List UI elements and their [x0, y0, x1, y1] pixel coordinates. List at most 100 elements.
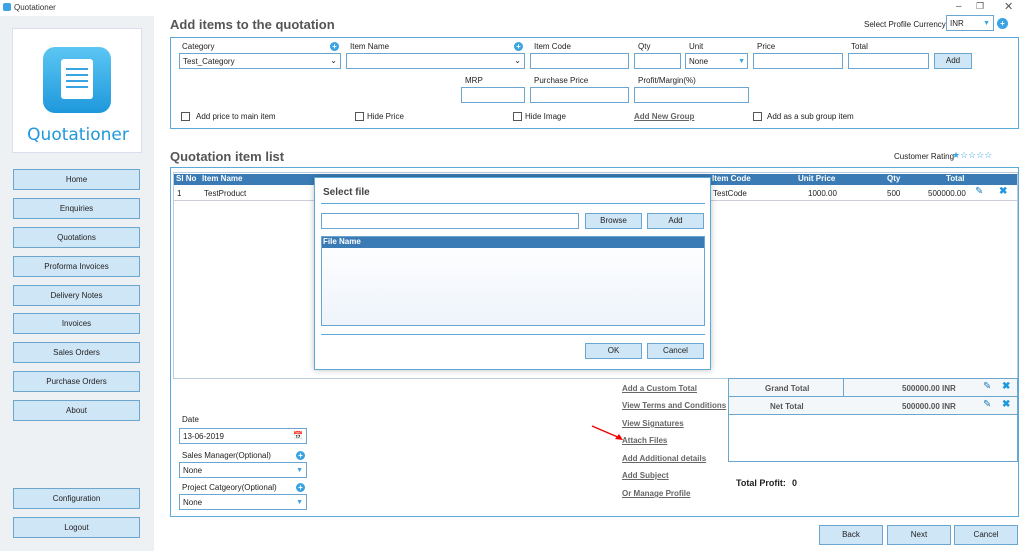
nav-delivery-notes[interactable]: Delivery Notes — [13, 285, 140, 306]
row-item-name: TestProduct — [204, 189, 247, 198]
grand-total-value: 500000.00 — [902, 384, 940, 393]
unit-label: Unit — [689, 42, 704, 51]
sub-group-checkbox[interactable] — [753, 112, 762, 121]
file-path-input[interactable] — [321, 213, 579, 229]
unit-select[interactable]: None ▼ — [685, 53, 748, 69]
category-label: Category — [182, 42, 215, 51]
add-sales-manager-icon[interactable]: + — [296, 451, 305, 460]
nav-home[interactable]: Home — [13, 169, 140, 190]
nav-proforma-invoices[interactable]: Proforma Invoices — [13, 256, 140, 277]
list-title: Quotation item list — [170, 149, 285, 164]
row-unit-price: 1000.00 — [808, 189, 837, 198]
nav-logout[interactable]: Logout — [13, 517, 140, 538]
add-custom-total-link[interactable]: Add a Custom Total — [622, 384, 697, 393]
chevron-down-icon: ▼ — [296, 499, 303, 506]
profit-margin-label: Profit/Margin(%) — [638, 76, 696, 85]
window-title: Quotationer — [14, 3, 56, 12]
category-value: Test_Category — [183, 57, 235, 66]
nav-purchase-orders[interactable]: Purchase Orders — [13, 371, 140, 392]
delete-icon[interactable]: ✖ — [999, 186, 1007, 197]
app-icon — [3, 3, 11, 11]
file-list[interactable]: File Name — [321, 236, 705, 326]
mrp-input[interactable] — [461, 87, 525, 103]
date-value: 13-06-2019 — [183, 432, 224, 441]
delete-icon[interactable]: ✖ — [1002, 381, 1010, 392]
hide-image-checkbox[interactable] — [513, 112, 522, 121]
cancel-button[interactable]: Cancel — [954, 525, 1018, 545]
row-qty: 500 — [887, 189, 901, 198]
item-code-input[interactable] — [530, 53, 629, 69]
add-item-button[interactable]: Add — [934, 53, 972, 69]
nav-invoices[interactable]: Invoices — [13, 313, 140, 334]
add-price-checkbox[interactable] — [181, 112, 190, 121]
add-subject-link[interactable]: Add Subject — [622, 471, 669, 480]
currency-value: INR — [950, 19, 964, 28]
minimize-icon[interactable]: – — [956, 1, 962, 12]
item-name-select[interactable]: ⌄ — [346, 53, 525, 69]
page-title: Add items to the quotation — [170, 17, 335, 32]
nav-about[interactable]: About — [13, 400, 140, 421]
col-item-name: Item Name — [202, 174, 243, 183]
title-bar: Quotationer – ❐ ✕ — [0, 0, 1024, 16]
qty-input[interactable] — [634, 53, 681, 69]
nav-sales-orders[interactable]: Sales Orders — [13, 342, 140, 363]
view-terms-link[interactable]: View Terms and Conditions — [622, 401, 726, 410]
dialog-title: Select file — [323, 187, 370, 198]
manage-profile-link[interactable]: Or Manage Profile — [622, 489, 690, 498]
price-label: Price — [757, 42, 776, 51]
category-select[interactable]: Test_Category ⌄ — [179, 53, 341, 69]
purchase-price-input[interactable] — [530, 87, 629, 103]
add-price-label: Add price to main item — [196, 112, 276, 121]
sub-group-label: Add as a sub group item — [767, 112, 854, 121]
dialog-cancel-button[interactable]: Cancel — [647, 343, 704, 359]
col-item-code: Item Code — [712, 174, 751, 183]
add-project-category-icon[interactable]: + — [296, 483, 305, 492]
dialog-add-button[interactable]: Add — [647, 213, 704, 229]
additional-details-link[interactable]: Add Additional details — [622, 454, 706, 463]
logo-text: Quotationer — [27, 125, 129, 145]
total-input[interactable] — [848, 53, 929, 69]
profit-margin-input[interactable] — [634, 87, 749, 103]
next-button[interactable]: Next — [887, 525, 951, 545]
sales-manager-select[interactable]: None ▼ — [179, 462, 307, 478]
total-profit-value: 0 — [792, 478, 798, 488]
col-unit-price: Unit Price — [798, 174, 836, 183]
close-icon[interactable]: ✕ — [1004, 0, 1013, 13]
add-category-icon[interactable]: + — [330, 42, 339, 51]
sales-manager-label: Sales Manager(Optional) — [182, 451, 271, 460]
edit-icon[interactable]: ✎ — [975, 186, 983, 197]
chevron-down-icon: ⌄ — [514, 56, 521, 65]
select-file-dialog: Select file Browse Add File Name OK Canc… — [314, 177, 711, 370]
net-total-label: Net Total — [770, 402, 804, 411]
add-new-group-link[interactable]: Add New Group — [634, 112, 694, 121]
chevron-down-icon: ▼ — [983, 20, 990, 27]
date-picker[interactable]: 13-06-2019 📅 — [179, 428, 307, 444]
nav-configuration[interactable]: Configuration — [13, 488, 140, 509]
row-sl-no: 1 — [177, 189, 182, 198]
nav-quotations[interactable]: Quotations — [13, 227, 140, 248]
rating-stars[interactable]: ★☆☆☆☆ — [952, 150, 992, 161]
chevron-down-icon: ▼ — [296, 467, 303, 474]
currency-select[interactable]: INR ▼ — [946, 15, 994, 31]
price-input[interactable] — [753, 53, 843, 69]
nav-enquiries[interactable]: Enquiries — [13, 198, 140, 219]
calendar-icon[interactable]: 📅 — [293, 430, 303, 441]
unit-value: None — [689, 57, 709, 66]
hide-price-checkbox[interactable] — [355, 112, 364, 121]
attach-files-link[interactable]: Attach Files — [622, 436, 667, 445]
edit-icon[interactable]: ✎ — [983, 399, 991, 410]
project-category-select[interactable]: None ▼ — [179, 494, 307, 510]
back-button[interactable]: Back — [819, 525, 883, 545]
date-label: Date — [182, 415, 199, 424]
view-signatures-link[interactable]: View Signatures — [622, 419, 684, 428]
browse-button[interactable]: Browse — [585, 213, 642, 229]
sales-manager-value: None — [183, 466, 203, 475]
edit-icon[interactable]: ✎ — [983, 381, 991, 392]
add-item-icon[interactable]: + — [514, 42, 523, 51]
add-currency-icon[interactable]: + — [997, 18, 1008, 29]
ok-button[interactable]: OK — [585, 343, 642, 359]
hide-image-label: Hide Image — [525, 112, 566, 121]
delete-icon[interactable]: ✖ — [1002, 399, 1010, 410]
restore-icon[interactable]: ❐ — [976, 1, 984, 12]
arrow-annotation-icon — [591, 425, 623, 440]
